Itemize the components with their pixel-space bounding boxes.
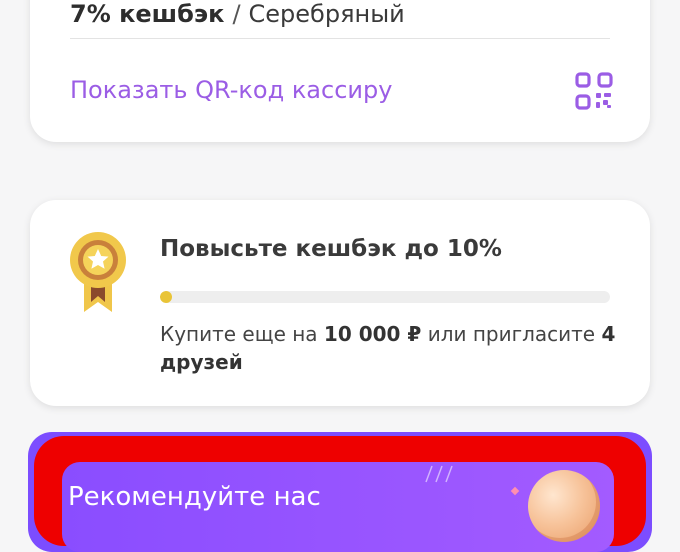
qr-code-icon[interactable] (574, 71, 614, 111)
divider (70, 38, 610, 39)
medal-icon (70, 232, 126, 312)
cashback-level-card[interactable]: Повысьте кешбэк до 10% Купите еще на 10 … (30, 200, 650, 406)
desc-middle: или пригласите (421, 322, 602, 346)
cashback-percent: 7% кешбэк (70, 0, 225, 28)
tier-card: 7% кешбэк / Серебряный Показать QR-код кас… (30, 0, 650, 142)
tier-separator: / (232, 0, 241, 28)
cashback-progress-bar (160, 291, 610, 303)
purchase-amount: 10 000 ₽ (323, 322, 422, 346)
level-description: Купите еще на 10 000 ₽ или пригласите 4 … (160, 320, 630, 376)
coin-icon (528, 470, 600, 542)
promo-title: Рекомендуйте нас (68, 482, 321, 512)
desc-prefix: Купите еще на (160, 322, 324, 346)
show-qr-link[interactable]: Показать QR-код кассиру (70, 76, 392, 104)
recommend-us-banner[interactable]: Рекомендуйте нас (62, 462, 614, 552)
sparkle-icon (510, 486, 520, 496)
sparkle-lines-icon (425, 465, 453, 483)
promo-banner: Рекомендуйте нас (28, 432, 652, 552)
progress-fill (160, 291, 172, 303)
level-title: Повысьте кешбэк до 10% (160, 236, 502, 262)
tier-row: 7% кешбэк / Серебряный (70, 0, 405, 28)
tier-name: Серебряный (248, 0, 405, 28)
